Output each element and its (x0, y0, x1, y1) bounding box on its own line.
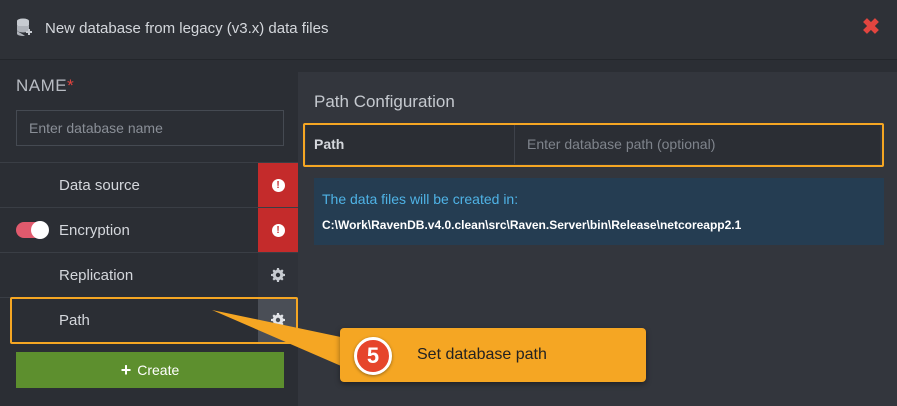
database-name-input[interactable] (16, 110, 284, 146)
menu-item-label: Path (59, 312, 90, 329)
database-icon (17, 18, 32, 36)
callout-text: Set database path (417, 346, 547, 363)
menu-item-data-source[interactable]: Data source ! (0, 162, 298, 207)
menu-item-label: Replication (59, 267, 134, 284)
close-icon[interactable]: ✖ (860, 16, 882, 38)
required-mark: * (67, 76, 75, 95)
exclamation-icon: ! (271, 178, 285, 192)
step-callout: 5 Set database path (340, 328, 646, 382)
create-button[interactable]: + Create (16, 352, 284, 388)
settings-menu: Data source ! Encryption ! Replication P… (0, 162, 298, 342)
path-row: Path (306, 124, 880, 164)
dialog-header: New database from legacy (v3.x) data fil… (0, 0, 897, 60)
error-indicator: ! (258, 163, 298, 207)
name-label: NAME* (16, 76, 74, 96)
info-title: The data files will be created in: (322, 191, 519, 207)
toggle-knob (31, 221, 49, 239)
encryption-toggle[interactable] (16, 221, 49, 239)
database-path-input[interactable] (514, 124, 880, 164)
menu-item-replication[interactable]: Replication (0, 252, 298, 297)
new-database-dialog: New database from legacy (v3.x) data fil… (0, 0, 897, 406)
settings-indicator (258, 298, 298, 342)
menu-item-label: Encryption (59, 222, 130, 239)
menu-item-label: Data source (59, 177, 140, 194)
path-label: Path (314, 136, 345, 152)
error-indicator: ! (258, 208, 298, 252)
gear-icon (271, 268, 285, 282)
name-label-text: NAME (16, 76, 68, 95)
left-panel: NAME* Data source ! Encryption ! Replica (0, 60, 298, 406)
settings-indicator (258, 253, 298, 297)
menu-item-encryption[interactable]: Encryption ! (0, 207, 298, 252)
exclamation-icon: ! (271, 223, 285, 237)
dialog-title: New database from legacy (v3.x) data fil… (45, 20, 329, 37)
menu-item-path[interactable]: Path (0, 297, 298, 342)
info-path: C:\Work\RavenDB.v4.0.clean\src\Raven.Ser… (322, 218, 742, 232)
section-title: Path Configuration (314, 92, 455, 111)
plus-icon: + (120, 360, 132, 380)
create-button-label: Create (137, 362, 180, 378)
gear-icon (271, 313, 285, 327)
data-files-info: The data files will be created in: C:\Wo… (314, 178, 884, 245)
step-number-badge: 5 (354, 337, 392, 375)
